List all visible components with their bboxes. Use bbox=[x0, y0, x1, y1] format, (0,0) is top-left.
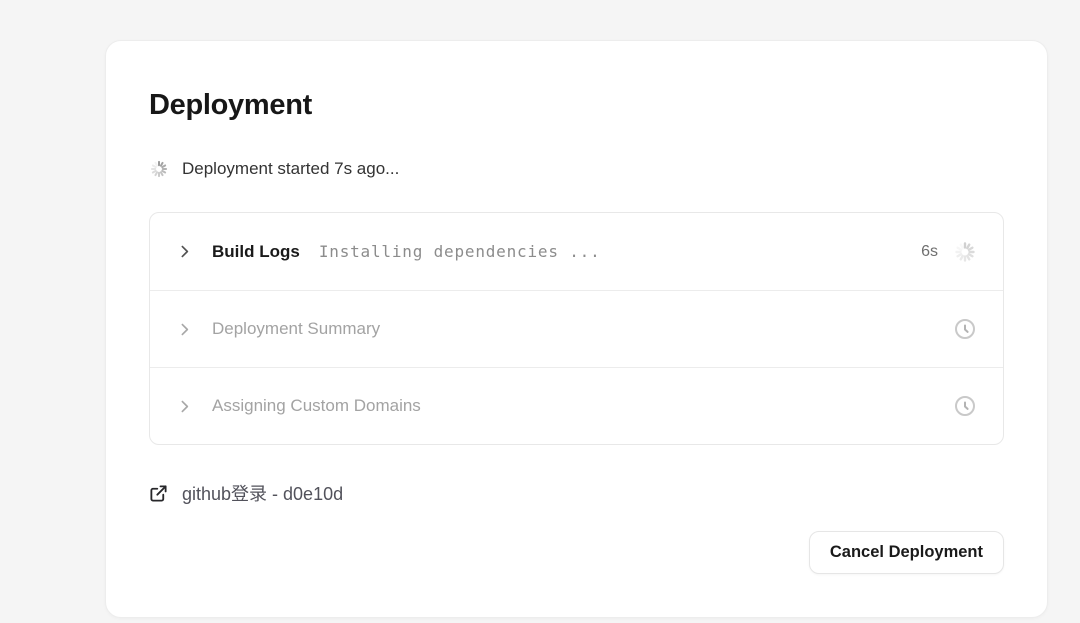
step-status bbox=[953, 317, 977, 341]
page-title: Deployment bbox=[149, 89, 1004, 122]
deployment-steps-list: Build Logs Installing dependencies ... 6… bbox=[149, 212, 1004, 445]
preview-link-label: github登录 - d0e10d bbox=[182, 480, 343, 506]
step-duration: 6s bbox=[921, 243, 938, 261]
card-footer: Cancel Deployment bbox=[149, 531, 1004, 574]
cancel-deployment-button[interactable]: Cancel Deployment bbox=[809, 531, 1004, 574]
chevron-right-icon bbox=[176, 321, 193, 338]
preview-link[interactable]: github登录 - d0e10d bbox=[149, 480, 343, 506]
clock-icon bbox=[953, 317, 977, 341]
deployment-status: Deployment started 7s ago... bbox=[149, 159, 1004, 179]
step-detail: Installing dependencies ... bbox=[319, 242, 601, 261]
step-build-logs[interactable]: Build Logs Installing dependencies ... 6… bbox=[150, 213, 1003, 290]
spinner-icon bbox=[953, 240, 977, 264]
step-status bbox=[953, 394, 977, 418]
step-deployment-summary[interactable]: Deployment Summary bbox=[150, 290, 1003, 367]
clock-icon bbox=[953, 394, 977, 418]
deployment-status-text: Deployment started 7s ago... bbox=[182, 159, 399, 179]
chevron-right-icon bbox=[176, 243, 193, 260]
deployment-card: Deployment Deployment started 7s ago... … bbox=[105, 40, 1048, 618]
spinner-icon bbox=[149, 159, 169, 179]
step-label: Deployment Summary bbox=[212, 319, 380, 339]
external-link-icon bbox=[149, 484, 168, 503]
step-assigning-custom-domains[interactable]: Assigning Custom Domains bbox=[150, 367, 1003, 444]
step-label: Build Logs bbox=[212, 242, 300, 262]
chevron-right-icon bbox=[176, 398, 193, 415]
step-status: 6s bbox=[921, 240, 977, 264]
step-label: Assigning Custom Domains bbox=[212, 396, 421, 416]
